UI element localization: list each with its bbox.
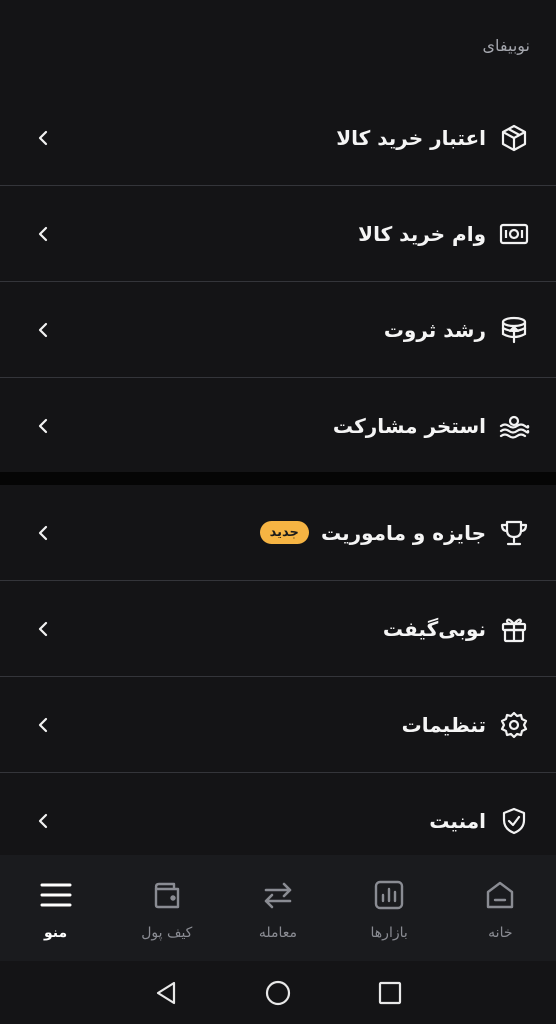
- recents-square-icon[interactable]: [375, 978, 405, 1008]
- nav-menu[interactable]: منو: [6, 877, 106, 941]
- nav-home[interactable]: خانه: [450, 877, 550, 941]
- system-nav-bar: [0, 961, 556, 1024]
- menu-item-label: وام خرید کالا: [358, 221, 486, 246]
- menu-item-label: استخر مشارکت: [332, 414, 486, 438]
- trophy-icon: [498, 517, 530, 549]
- chevron-left-icon: [36, 128, 50, 148]
- nav-label: منو: [44, 925, 68, 941]
- menu-item-settings[interactable]: تنظیمات: [0, 677, 556, 773]
- home-icon: [482, 877, 518, 913]
- menu-group-nobifi: اعتبار خرید کالا وام خرید کالا رشد ثروت …: [0, 90, 556, 474]
- nav-markets[interactable]: بازارها: [339, 877, 439, 941]
- menu-item-wealth[interactable]: رشد ثروت: [0, 282, 556, 378]
- wallet-icon: [149, 877, 185, 913]
- gift-icon: [498, 613, 530, 645]
- gear-icon: [498, 709, 530, 741]
- nav-label: معامله: [258, 925, 298, 941]
- menu-item-label: اعتبار خرید کالا: [336, 125, 486, 150]
- coins-stack-icon: [498, 314, 530, 346]
- box-icon: [498, 122, 530, 154]
- bottom-nav: منو کیف پول معامله بازارها خانه: [0, 855, 556, 961]
- new-badge: جدید: [259, 521, 309, 544]
- section-label: نوبیفای: [482, 36, 531, 55]
- menu-item-pool[interactable]: استخر مشارکت: [0, 378, 556, 474]
- chevron-left-icon: [36, 320, 50, 340]
- menu-item-label: امنیت: [429, 809, 486, 833]
- nav-label: بازارها: [370, 925, 408, 941]
- menu-item-gift[interactable]: نوبی‌گیفت: [0, 581, 556, 677]
- menu-group-general: جدید جایزه و ماموریت نوبی‌گیفت تنظیمات ا…: [0, 485, 556, 869]
- swap-arrows-icon: [260, 877, 296, 913]
- chart-icon: [371, 877, 407, 913]
- home-circle-icon[interactable]: [263, 978, 293, 1008]
- pool-icon: [498, 410, 530, 442]
- hamburger-menu-icon: [38, 877, 74, 913]
- nav-label: کیف پول: [141, 925, 193, 941]
- menu-item-label: رشد ثروت: [383, 317, 486, 342]
- chevron-left-icon: [36, 715, 50, 735]
- nav-trade[interactable]: معامله: [228, 877, 328, 941]
- shield-check-icon: [498, 805, 530, 837]
- chevron-left-icon: [36, 416, 50, 436]
- back-triangle-icon[interactable]: [151, 978, 181, 1008]
- cash-icon: [498, 218, 530, 250]
- menu-item-rewards[interactable]: جدید جایزه و ماموریت: [0, 485, 556, 581]
- menu-item-label: نوبی‌گیفت: [382, 616, 486, 641]
- menu-item-loan[interactable]: وام خرید کالا: [0, 186, 556, 282]
- nav-label: خانه: [488, 925, 513, 941]
- menu-item-credit[interactable]: اعتبار خرید کالا: [0, 90, 556, 186]
- chevron-left-icon: [36, 811, 50, 831]
- chevron-left-icon: [36, 619, 50, 639]
- nav-wallet[interactable]: کیف پول: [117, 877, 217, 941]
- group-divider: [0, 472, 556, 485]
- chevron-left-icon: [36, 523, 50, 543]
- chevron-left-icon: [36, 224, 50, 244]
- menu-item-label: تنظیمات: [401, 712, 486, 737]
- menu-item-label: جایزه و ماموریت: [320, 520, 486, 545]
